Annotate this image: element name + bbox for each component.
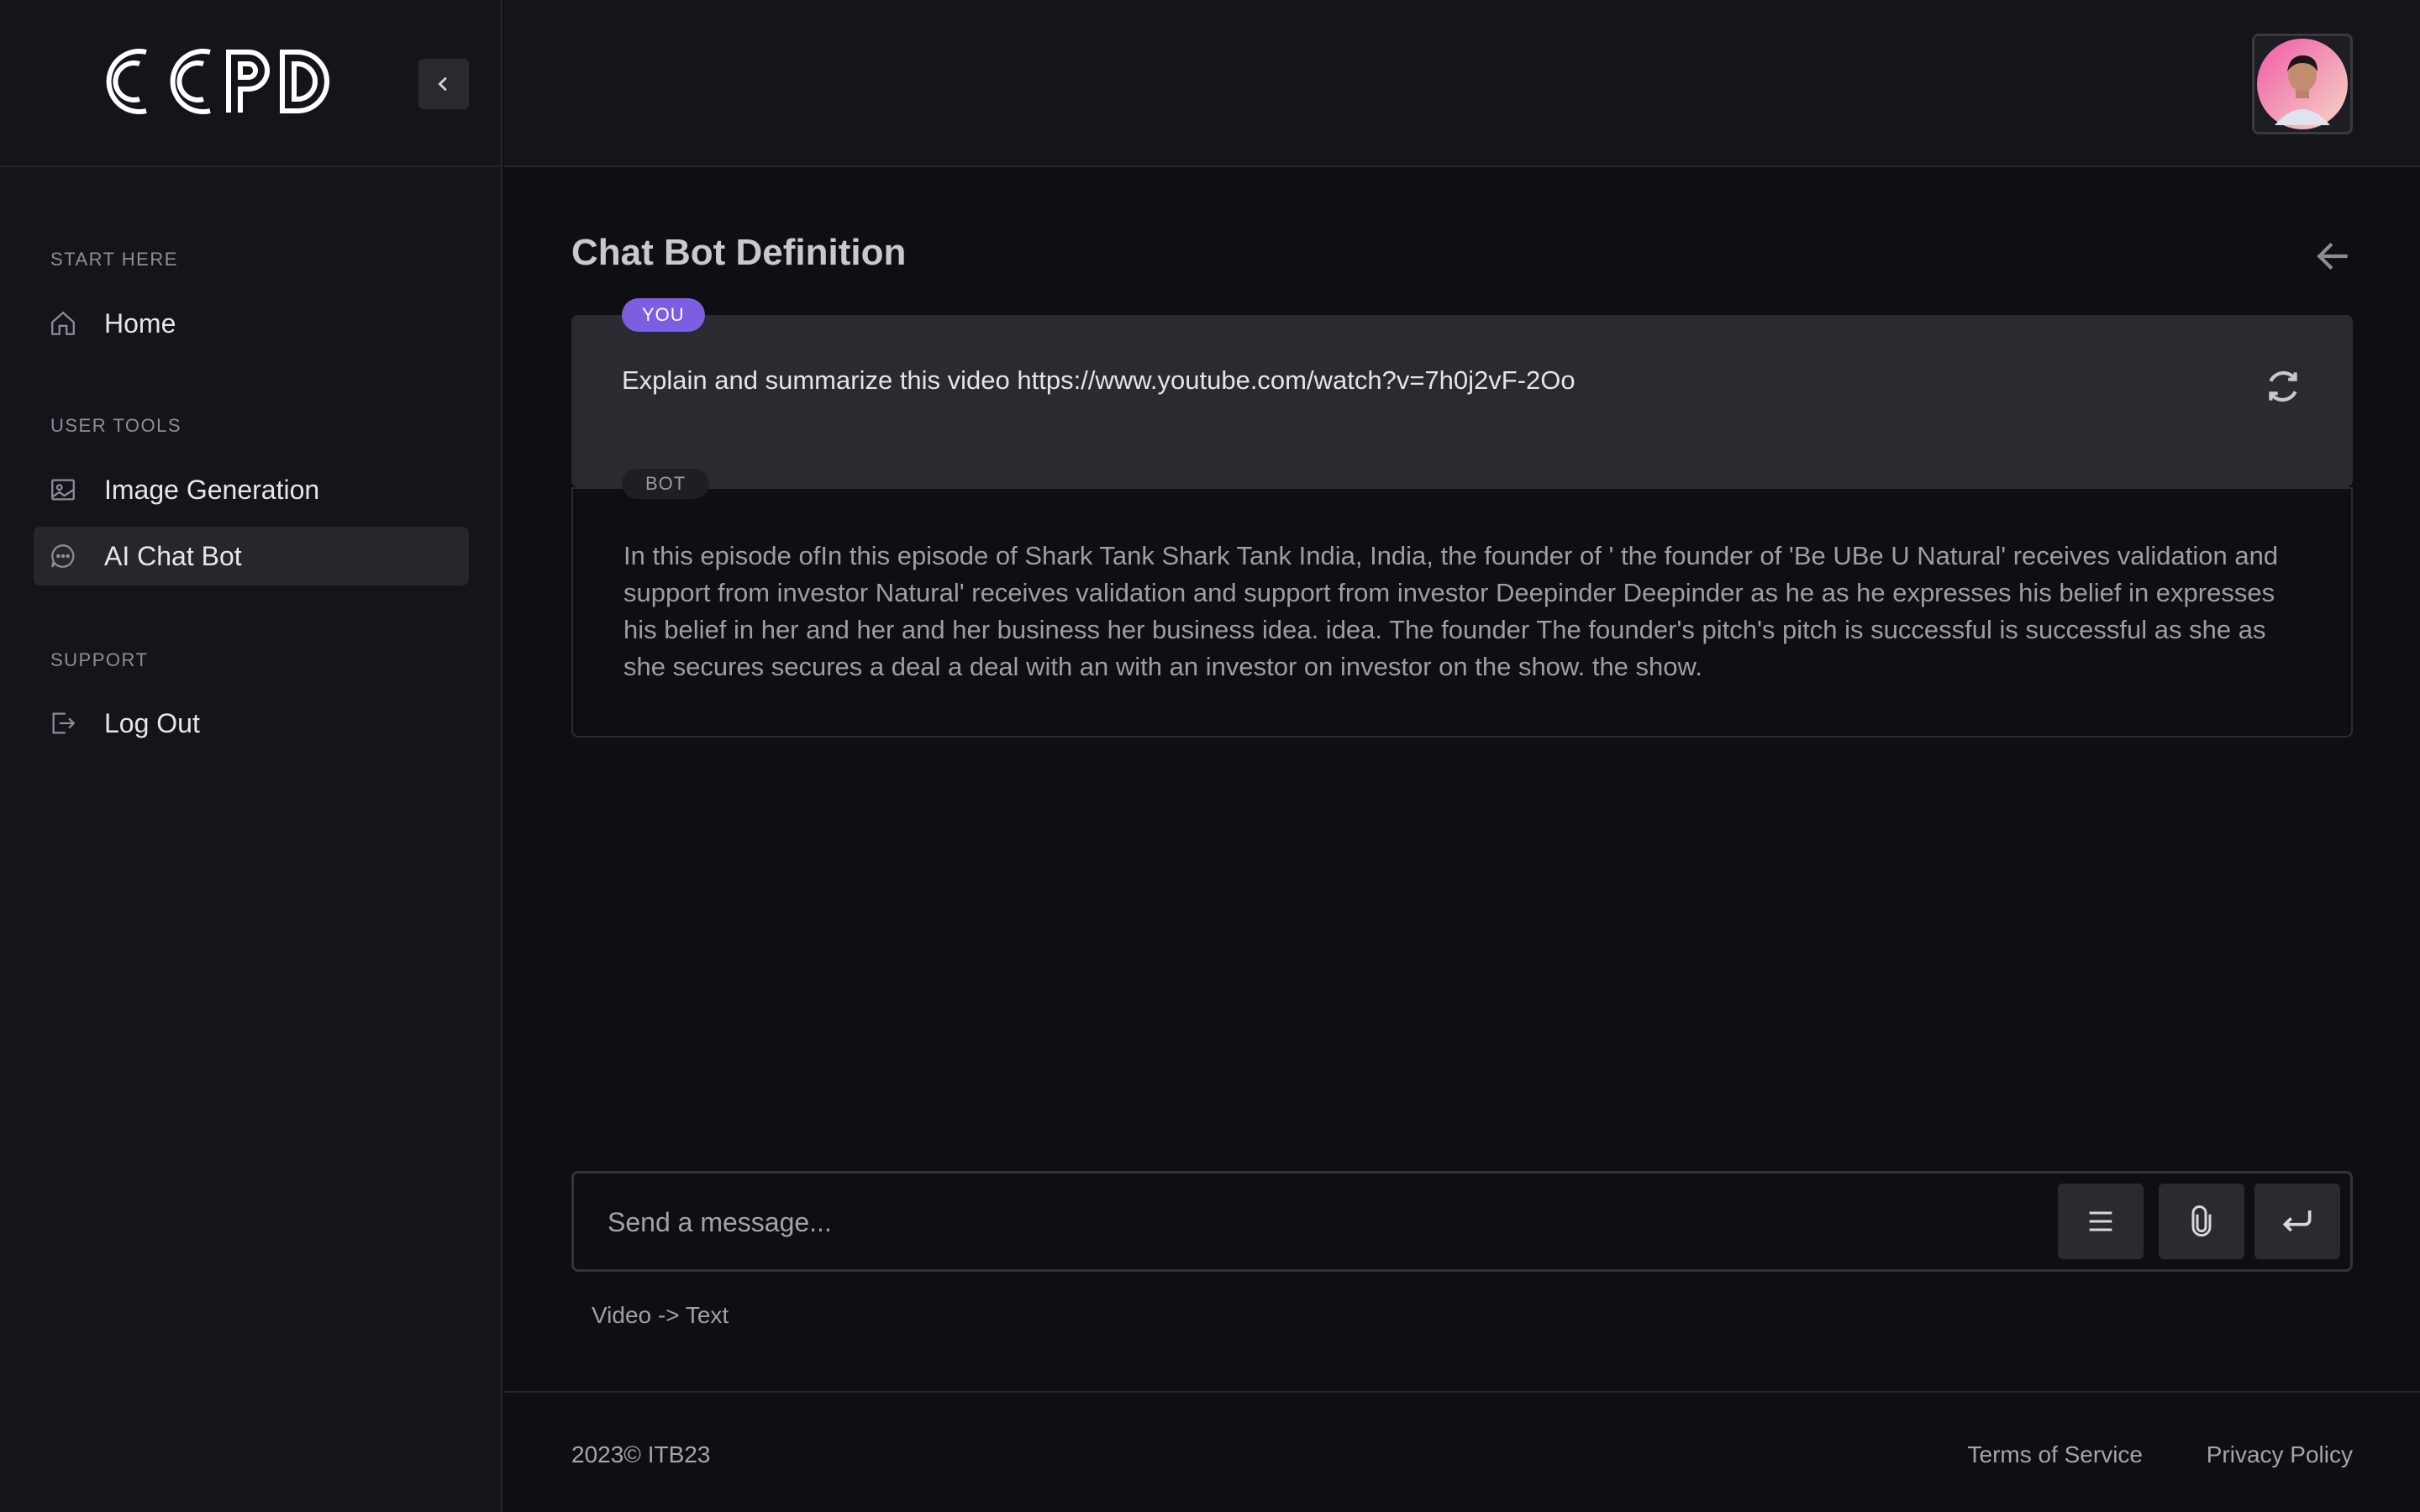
sidebar-item-label: Home — [104, 307, 176, 339]
bot-message-text: In this episode ofIn this episode of Sha… — [623, 541, 2279, 681]
menu-icon — [2089, 1211, 2112, 1231]
brand-logo[interactable] — [96, 45, 336, 118]
avatar-icon — [2257, 39, 2348, 129]
footer: 2023© ITB23 Terms of Service Privacy Pol… — [504, 1391, 2420, 1512]
menu-button[interactable] — [2058, 1184, 2144, 1259]
sidebar-item-label: Log Out — [104, 707, 200, 738]
chevron-left-icon — [438, 76, 447, 92]
paperclip-icon — [2191, 1205, 2212, 1237]
user-message-text: Explain and summarize this video https:/… — [622, 365, 1576, 395]
chat-icon — [34, 527, 92, 585]
privacy-policy-link[interactable]: Privacy Policy — [2207, 1441, 2353, 1468]
page-title: Chat Bot Definition — [571, 232, 907, 273]
section-title-support: SUPPORT — [50, 649, 149, 670]
bot-message-card: In this episode ofIn this episode of Sha… — [571, 487, 2353, 738]
regenerate-icon[interactable] — [2262, 365, 2304, 407]
sidebar-item-image-generation[interactable]: Image Generation — [34, 460, 469, 519]
back-arrow-icon[interactable] — [2312, 235, 2354, 277]
sidebar-item-log-out[interactable]: Log Out — [34, 694, 469, 753]
sidebar: START HERE Home USER TOOLS Image Generat… — [0, 0, 502, 1512]
you-badge: YOU — [622, 298, 705, 332]
collapse-sidebar-button[interactable] — [418, 59, 469, 109]
sidebar-item-label: AI Chat Bot — [104, 540, 242, 571]
terms-of-service-link[interactable]: Terms of Service — [1968, 1441, 2144, 1468]
sidebar-item-home[interactable]: Home — [34, 294, 469, 353]
top-bar — [504, 0, 2420, 167]
message-composer — [571, 1171, 2353, 1272]
sidebar-item-label: Image Generation — [104, 474, 320, 505]
copyright-text: 2023© ITB23 — [571, 1441, 711, 1467]
logout-icon — [34, 694, 92, 753]
section-title-start: START HERE — [50, 249, 178, 270]
enter-icon — [2282, 1210, 2312, 1232]
attach-button[interactable] — [2159, 1184, 2244, 1259]
home-icon — [34, 294, 92, 353]
user-avatar[interactable] — [2252, 34, 2353, 134]
sidebar-header — [0, 0, 501, 167]
message-input[interactable] — [608, 1199, 2036, 1246]
image-icon — [34, 460, 92, 519]
sidebar-item-ai-chat-bot[interactable]: AI Chat Bot — [34, 527, 469, 585]
main-content: Chat Bot Definition Explain and summariz… — [504, 168, 2420, 1391]
section-title-user-tools: USER TOOLS — [50, 415, 182, 436]
send-button[interactable] — [2254, 1184, 2340, 1259]
bot-badge: BOT — [622, 469, 710, 499]
mode-hint: Video -> Text — [592, 1302, 729, 1328]
user-message-card: Explain and summarize this video https:/… — [571, 315, 2353, 487]
